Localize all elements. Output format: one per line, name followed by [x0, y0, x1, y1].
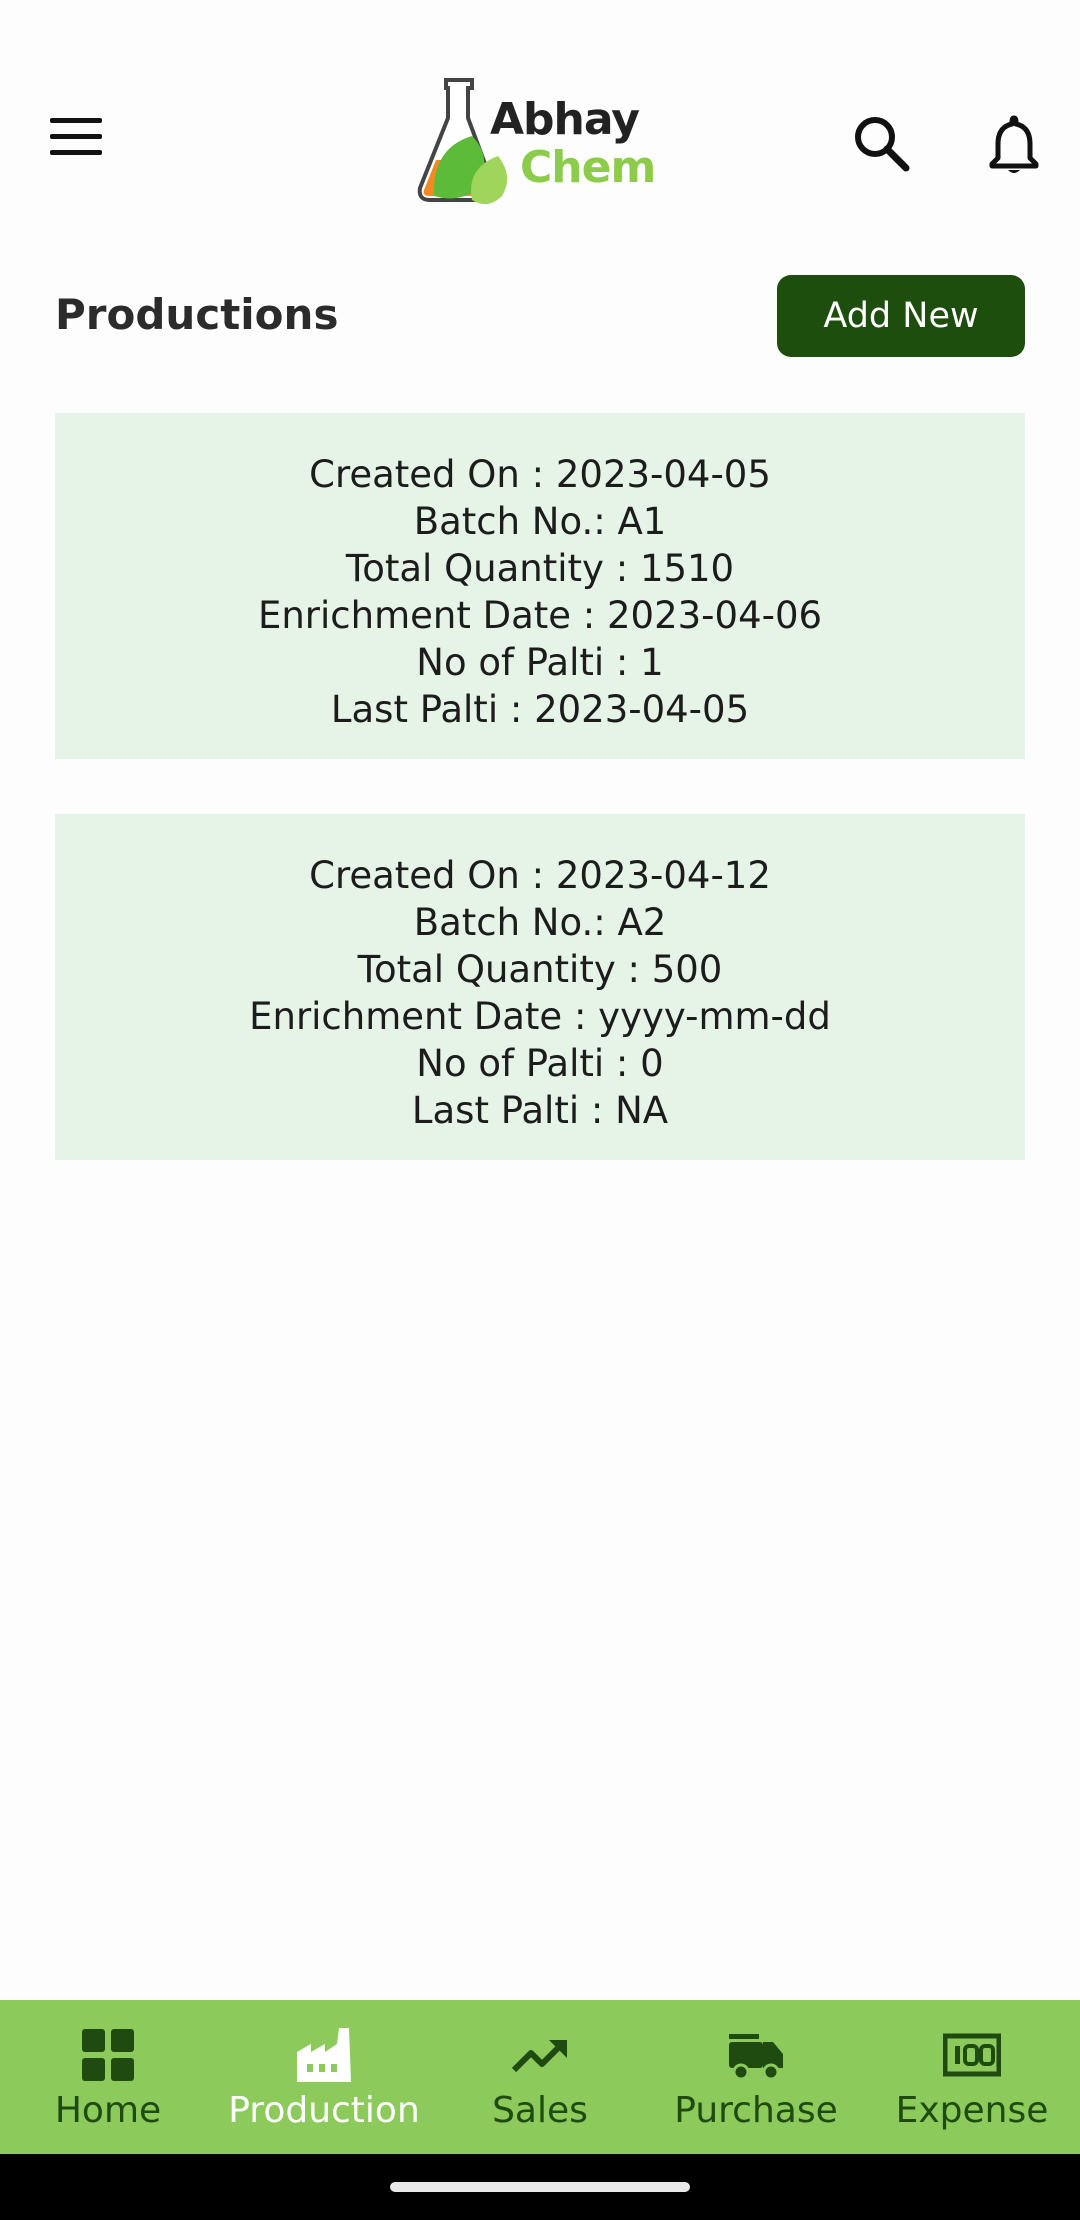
truck-icon [729, 2034, 783, 2081]
bottom-navigation: Home Production Sales Purchase Expense [0, 2000, 1080, 2154]
logo-text-chem: Chem [520, 142, 656, 193]
nav-label-sales: Sales [492, 2090, 588, 2131]
enrichment-date: Enrichment Date : yyyy-mm-dd [249, 995, 831, 1038]
last-palti: Last Palti : 2023-04-05 [330, 688, 750, 731]
last-palti: Last Palti : NA [411, 1089, 669, 1132]
created-on: Created On : 2023-04-05 [309, 453, 771, 496]
nav-item-home[interactable]: Home [0, 2000, 216, 2154]
production-card[interactable]: Created On : 2023-04-05 Batch No.: A1 To… [55, 413, 1025, 759]
trending-up-icon [511, 2040, 567, 2073]
nav-label-expense: Expense [895, 2090, 1049, 2131]
total-quantity: Total Quantity : 1510 [345, 547, 735, 590]
nav-item-purchase[interactable]: Purchase [648, 2000, 864, 2154]
nav-label-purchase: Purchase [674, 2090, 838, 2131]
created-on: Created On : 2023-04-12 [309, 854, 771, 897]
home-gesture-handle[interactable] [390, 2182, 690, 2192]
no-of-palti: No of Palti : 1 [416, 641, 664, 684]
nav-label-production: Production [228, 2090, 420, 2131]
menu-icon[interactable] [44, 118, 108, 166]
page-header: Productions Add New [55, 270, 1025, 360]
logo-text-abhay: Abhay [490, 94, 640, 145]
search-icon[interactable] [850, 112, 912, 174]
batch-no: Batch No.: A1 [413, 500, 667, 543]
notification-bell-icon[interactable] [984, 112, 1044, 176]
dashboard-icon [82, 2029, 134, 2081]
production-card[interactable]: Created On : 2023-04-12 Batch No.: A2 To… [55, 814, 1025, 1160]
enrichment-date: Enrichment Date : 2023-04-06 [257, 594, 823, 637]
app-header: Abhay Chem [0, 0, 1080, 250]
no-of-palti: No of Palti : 0 [416, 1042, 664, 1085]
system-navigation-bar [0, 2154, 1080, 2220]
nav-item-sales[interactable]: Sales [432, 2000, 648, 2154]
total-quantity: Total Quantity : 500 [357, 948, 723, 991]
batch-no: Batch No.: A2 [413, 901, 667, 944]
nav-label-home: Home [54, 2090, 162, 2131]
add-new-button[interactable]: Add New [777, 275, 1025, 357]
factory-icon [297, 2028, 351, 2082]
app-logo: Abhay Chem [414, 76, 656, 212]
nav-item-expense[interactable]: Expense [864, 2000, 1080, 2154]
page-title: Productions [55, 290, 339, 339]
nav-item-production[interactable]: Production [216, 2000, 432, 2154]
money-icon [943, 2033, 1001, 2077]
